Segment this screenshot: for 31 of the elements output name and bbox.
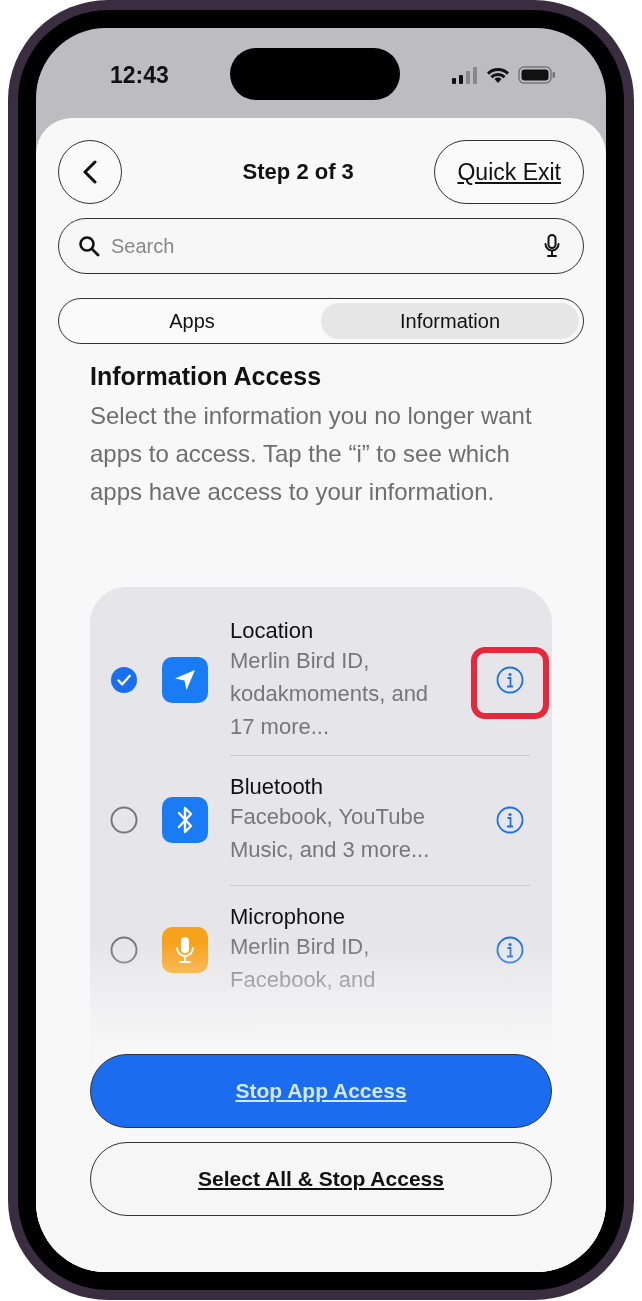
- section-title: Information Access: [90, 362, 323, 391]
- tab[interactable]: Information: [321, 303, 579, 339]
- info-icon[interactable]: [496, 806, 524, 834]
- checkbox[interactable]: [110, 806, 138, 834]
- microphone-icon[interactable]: [544, 234, 560, 258]
- chevron-left-icon: [83, 160, 97, 184]
- item-apps: Merlin Bird ID, kodakmoments, and 17 more...: [230, 646, 430, 741]
- tab[interactable]: Apps: [63, 303, 321, 339]
- bluetooth-tile-icon: [162, 797, 208, 843]
- search-icon: [78, 235, 100, 257]
- step-title: Step 2 of 3: [241, 159, 355, 185]
- status-time: 12:43: [110, 62, 169, 89]
- select-all-button[interactable]: Select All & Stop Access: [90, 1142, 552, 1216]
- location-tile-icon: [162, 657, 208, 703]
- battery-icon: [518, 66, 556, 84]
- stop-access-button[interactable]: Stop App Access: [90, 1054, 552, 1128]
- checkbox[interactable]: [110, 936, 138, 964]
- section-description: Select the information you no longer want apps to access. Tap the “i” to see which apps have access to your information.: [90, 401, 533, 507]
- item-title: Bluetooth: [230, 774, 324, 800]
- item-title: Location: [230, 617, 315, 644]
- item-title: Microphone: [230, 904, 346, 930]
- info-icon[interactable]: [496, 936, 524, 964]
- signal-icon: [452, 66, 478, 84]
- microphone-tile-icon: [162, 927, 208, 973]
- quick-exit-button[interactable]: Quick Exit: [434, 140, 584, 204]
- checkbox[interactable]: [110, 666, 138, 694]
- search-field[interactable]: Search: [58, 218, 584, 274]
- item-apps: Merlin Bird ID, Facebook, and: [230, 933, 377, 994]
- wifi-icon: [486, 66, 510, 84]
- item-apps: Facebook, YouTube Music, and 3 more...: [230, 803, 431, 864]
- info-icon[interactable]: [496, 666, 524, 694]
